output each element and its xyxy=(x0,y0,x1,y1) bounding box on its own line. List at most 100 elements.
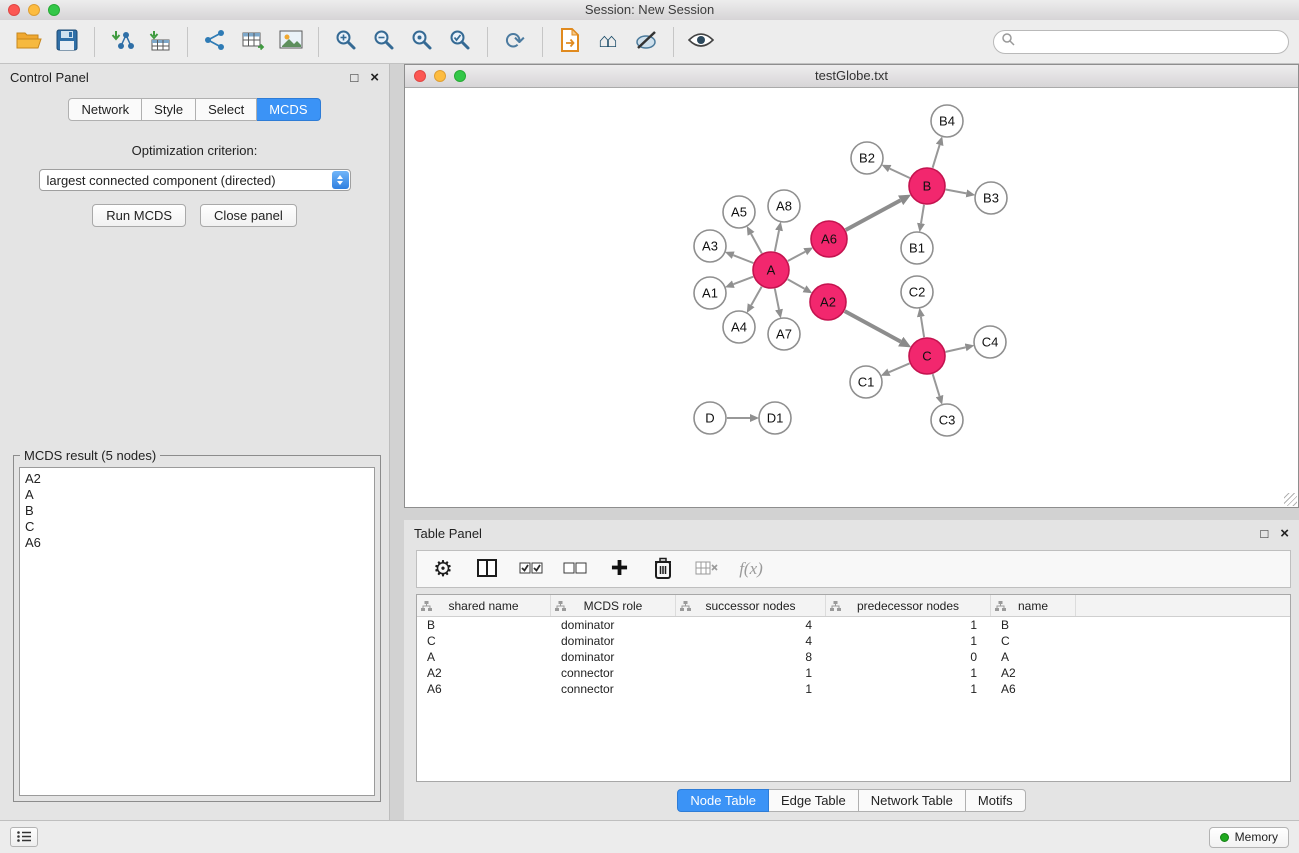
graph-node-B2[interactable]: B2 xyxy=(851,142,883,174)
table-row[interactable]: A2connector11A2 xyxy=(417,665,1290,681)
table-cell[interactable]: 1 xyxy=(826,681,991,697)
column-header-shared-name[interactable]: shared name xyxy=(417,595,551,616)
table-cell[interactable]: dominator xyxy=(551,649,676,665)
table-cell[interactable]: dominator xyxy=(551,633,676,649)
zoom-window-button[interactable] xyxy=(48,4,60,16)
graph-edge-A-A8[interactable] xyxy=(775,231,779,252)
sort-icon[interactable] xyxy=(421,600,432,614)
table-cell[interactable]: dominator xyxy=(551,617,676,633)
resize-handle[interactable] xyxy=(1284,493,1297,506)
graph-node-A[interactable]: A xyxy=(753,252,789,288)
table-cell[interactable]: connector xyxy=(551,665,676,681)
mcds-result-list[interactable]: A2ABCA6 xyxy=(19,467,375,796)
tab-network-table[interactable]: Network Table xyxy=(859,789,966,812)
graph-edge-C-C1[interactable] xyxy=(889,363,910,372)
function-builder-button[interactable]: f(x) xyxy=(737,551,765,587)
tab-select[interactable]: Select xyxy=(196,98,257,121)
graph-node-A3[interactable]: A3 xyxy=(694,230,726,262)
home-button[interactable]: ⌂⌂ xyxy=(589,24,627,60)
graph-node-A5[interactable]: A5 xyxy=(723,196,755,228)
graph-node-C[interactable]: C xyxy=(909,338,945,374)
float-table-panel-icon[interactable]: □ xyxy=(1260,527,1268,540)
task-history-button[interactable] xyxy=(10,827,38,847)
graph-node-D1[interactable]: D1 xyxy=(759,402,791,434)
graph-edge-B-B3[interactable] xyxy=(946,190,967,194)
result-item[interactable]: C xyxy=(25,519,369,535)
zoom-in-button[interactable] xyxy=(327,24,365,60)
tab-node-table[interactable]: Node Table xyxy=(677,789,769,812)
graph-edge-C-C3[interactable] xyxy=(933,374,940,396)
open-session-button[interactable] xyxy=(10,24,48,60)
table-cell[interactable]: A xyxy=(417,649,551,665)
table-cell[interactable]: 1 xyxy=(826,617,991,633)
graph-edge-A-A2[interactable] xyxy=(788,279,805,289)
table-cell[interactable]: 4 xyxy=(676,617,826,633)
tab-edge-table[interactable]: Edge Table xyxy=(769,789,859,812)
table-cell[interactable]: A xyxy=(991,649,1076,665)
zoom-out-button[interactable] xyxy=(365,24,403,60)
import-table-from-url-button[interactable] xyxy=(234,24,272,60)
table-row[interactable]: A6connector11A6 xyxy=(417,681,1290,697)
sort-icon[interactable] xyxy=(555,600,566,614)
table-cell[interactable]: 0 xyxy=(826,649,991,665)
tab-motifs[interactable]: Motifs xyxy=(966,789,1026,812)
graph-node-C3[interactable]: C3 xyxy=(931,404,963,436)
graph-node-A2[interactable]: A2 xyxy=(810,284,846,320)
result-item[interactable]: A6 xyxy=(25,535,369,551)
graph-node-B1[interactable]: B1 xyxy=(901,232,933,264)
graph-edge-C-C4[interactable] xyxy=(946,347,966,352)
graph-node-A8[interactable]: A8 xyxy=(768,190,800,222)
close-network-window-button[interactable] xyxy=(414,70,426,82)
graph-edge-C-C2[interactable] xyxy=(921,317,924,338)
graph-edge-A6-B[interactable] xyxy=(846,200,901,230)
close-panel-button[interactable]: Close panel xyxy=(200,204,297,227)
table-row[interactable]: Cdominator41C xyxy=(417,633,1290,649)
tab-mcds[interactable]: MCDS xyxy=(257,98,320,121)
graph-node-C4[interactable]: C4 xyxy=(974,326,1006,358)
graph-node-B4[interactable]: B4 xyxy=(931,105,963,137)
minimize-network-window-button[interactable] xyxy=(434,70,446,82)
graph-edge-A2-C[interactable] xyxy=(845,311,901,342)
graph-edge-A-A6[interactable] xyxy=(788,252,805,261)
export-image-button[interactable] xyxy=(272,24,310,60)
close-window-button[interactable] xyxy=(8,4,20,16)
new-document-button[interactable] xyxy=(551,24,589,60)
table-row[interactable]: Adominator80A xyxy=(417,649,1290,665)
graph-node-A7[interactable]: A7 xyxy=(768,318,800,350)
result-item[interactable]: A xyxy=(25,487,369,503)
delete-column-button[interactable] xyxy=(649,551,677,587)
graph-node-B3[interactable]: B3 xyxy=(975,182,1007,214)
sort-icon[interactable] xyxy=(830,600,841,614)
graph-edge-B-B4[interactable] xyxy=(933,145,940,168)
float-panel-icon[interactable]: □ xyxy=(350,71,358,84)
graph-node-A4[interactable]: A4 xyxy=(723,311,755,343)
delete-table-button[interactable] xyxy=(693,551,721,587)
graph-edge-A-A5[interactable] xyxy=(751,234,762,254)
import-network-from-file-button[interactable] xyxy=(103,24,141,60)
save-session-button[interactable] xyxy=(48,24,86,60)
run-mcds-button[interactable]: Run MCDS xyxy=(92,204,186,227)
graph-edge-A-A3[interactable] xyxy=(733,255,753,263)
graph-node-C2[interactable]: C2 xyxy=(901,276,933,308)
show-hide-button[interactable] xyxy=(682,24,720,60)
import-network-from-url-button[interactable] xyxy=(196,24,234,60)
tab-style[interactable]: Style xyxy=(142,98,196,121)
column-header-successor-nodes[interactable]: successor nodes xyxy=(676,595,826,616)
table-cell[interactable]: C xyxy=(417,633,551,649)
column-header-MCDS-role[interactable]: MCDS role xyxy=(551,595,676,616)
table-cell[interactable]: 1 xyxy=(826,665,991,681)
sort-icon[interactable] xyxy=(680,600,691,614)
table-cell[interactable]: 1 xyxy=(826,633,991,649)
show-columns-button[interactable] xyxy=(473,551,501,587)
memory-button[interactable]: Memory xyxy=(1209,827,1289,848)
table-cell[interactable]: 8 xyxy=(676,649,826,665)
criterion-dropdown[interactable]: largest connected component (directed) xyxy=(39,169,351,191)
style-button[interactable] xyxy=(627,24,665,60)
table-cell[interactable]: A6 xyxy=(417,681,551,697)
graph-edge-A-A1[interactable] xyxy=(733,277,753,285)
zoom-fit-button[interactable] xyxy=(403,24,441,60)
table-cell[interactable]: B xyxy=(991,617,1076,633)
table-row[interactable]: Bdominator41B xyxy=(417,617,1290,633)
tab-network[interactable]: Network xyxy=(68,98,142,121)
graph-node-B[interactable]: B xyxy=(909,168,945,204)
